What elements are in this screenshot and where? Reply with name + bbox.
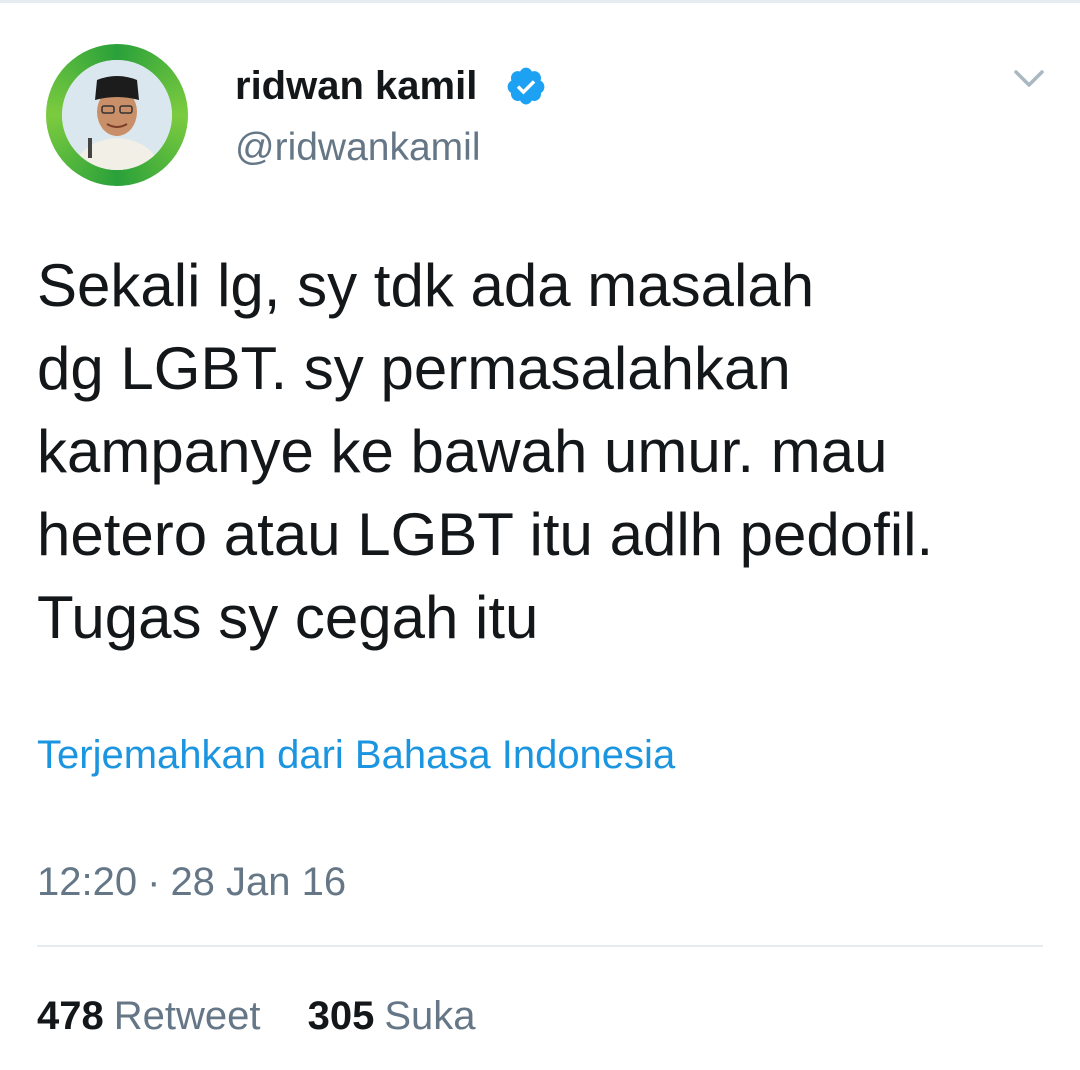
display-name[interactable]: ridwan kamil bbox=[235, 64, 477, 109]
meta-separator: · bbox=[147, 860, 161, 904]
translate-link[interactable]: Terjemahkan dari Bahasa Indonesia bbox=[37, 733, 675, 778]
tweet-text-line: dg LGBT. sy permasalahkan bbox=[37, 335, 791, 402]
tweet-text: Sekali lg, sy tdk ada masalah dg LGBT. s… bbox=[37, 244, 1047, 659]
retweets-count: 478 bbox=[37, 994, 104, 1038]
tweet-date: 28 Jan 16 bbox=[170, 860, 347, 904]
user-handle[interactable]: @ridwankamil bbox=[235, 126, 480, 170]
tweet-text-line: hetero atau LGBT itu adlh pedofil. bbox=[37, 501, 934, 568]
avatar-photo bbox=[62, 60, 172, 170]
likes-count: 305 bbox=[307, 994, 375, 1038]
verified-badge-icon bbox=[507, 67, 545, 105]
divider bbox=[37, 945, 1043, 947]
avatar-person-icon bbox=[62, 60, 172, 170]
likes-stat[interactable]: 305 Suka bbox=[308, 994, 476, 1039]
tweet-text-line: Sekali lg, sy tdk ada masalah bbox=[37, 252, 815, 319]
retweets-label: Retweet bbox=[113, 994, 261, 1038]
top-border bbox=[0, 0, 1080, 3]
tweet-text-line: Tugas sy cegah itu bbox=[37, 584, 539, 651]
tweet-text-line: kampanye ke bawah umur. mau bbox=[37, 418, 888, 485]
tweet-timestamp[interactable]: 12:20 · 28 Jan 16 bbox=[37, 860, 346, 905]
tweet-time: 12:20 bbox=[37, 860, 138, 904]
avatar[interactable] bbox=[46, 44, 188, 186]
retweets-stat[interactable]: 478 Retweet bbox=[37, 994, 261, 1039]
likes-label: Suka bbox=[384, 994, 476, 1038]
tweet-stats: 478 Retweet 305 Suka bbox=[37, 994, 512, 1039]
chevron-down-icon[interactable] bbox=[1012, 64, 1046, 94]
